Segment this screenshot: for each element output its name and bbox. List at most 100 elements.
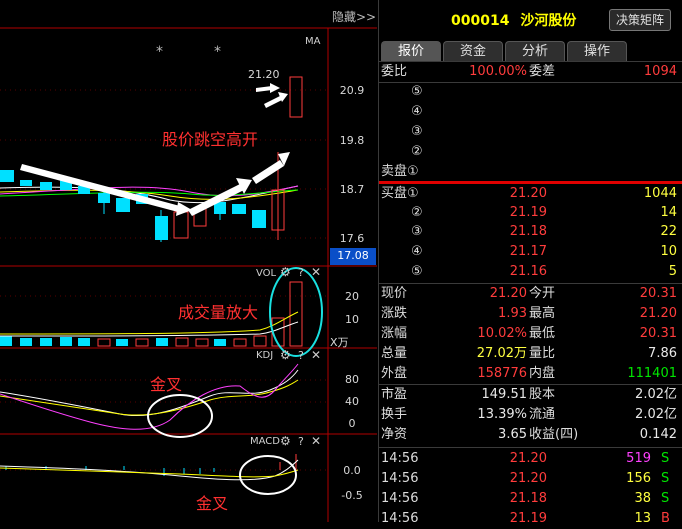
buy-level: ③ 21.18 22 <box>411 224 677 239</box>
volume-bar <box>156 338 168 346</box>
vol-unit: X万 <box>330 336 349 349</box>
star-marker: * <box>156 44 163 60</box>
kdj-tick: 0 <box>348 417 356 430</box>
sell-level: ④ <box>411 104 423 119</box>
buy-level: ② 21.19 14 <box>411 205 677 220</box>
volume-bar <box>195 338 209 347</box>
fund-row: 换手 13.39% 流通 2.02亿 <box>381 407 677 422</box>
gear-icon[interactable]: ⚙ <box>280 265 291 279</box>
stock-code: 000014 <box>451 13 510 29</box>
price-tick: 20.9 <box>339 84 365 97</box>
buy-level: ⑤ 21.16 5 <box>411 264 677 279</box>
trend-arrow <box>252 160 284 184</box>
vol-tick: 10 <box>345 313 359 326</box>
candle <box>155 216 168 240</box>
volume-bar <box>289 281 303 347</box>
vol-tick: 20 <box>345 290 359 303</box>
trend-arrow-head <box>270 83 280 93</box>
candle <box>40 182 52 190</box>
volume-bar <box>60 337 72 346</box>
question-icon[interactable]: ? <box>298 266 304 279</box>
sell-level: 卖盘① <box>381 164 419 179</box>
trend-arrow-head <box>176 202 192 216</box>
close-icon[interactable]: ✕ <box>311 434 321 448</box>
trade-row: 14:56 21.20 156 S <box>381 471 670 486</box>
candle <box>232 204 246 214</box>
volume-bar <box>233 338 247 347</box>
buy-level: ④ 21.17 10 <box>411 244 677 259</box>
chart-area[interactable]: 隐藏>> MA * * 21.20 20.9 19.8 18.7 17.6 17… <box>0 0 377 522</box>
quote-header: 000014 沙河股份 决策矩阵 <box>379 6 682 31</box>
decision-matrix-button[interactable]: 决策矩阵 <box>609 9 671 31</box>
sell-level: ② <box>411 144 423 159</box>
volume-bar <box>135 338 149 347</box>
kdj-tick: 40 <box>345 395 359 408</box>
kdj-panel-label: KDJ <box>256 350 274 361</box>
volume-bar <box>40 338 52 346</box>
macd-tick: 0.0 <box>343 464 361 477</box>
quote-panel: 000014 沙河股份 决策矩阵 报价 资金 分析 操作 委比 100.00% … <box>378 0 682 526</box>
tab-funds[interactable]: 资金 <box>443 41 503 61</box>
gap-up-annotation: 股价跳空高开 <box>162 130 259 149</box>
volume-bar <box>78 338 90 346</box>
vol-panel-label: VOL <box>256 268 277 279</box>
hide-button[interactable]: 隐藏>> <box>332 8 376 25</box>
volume-bar <box>20 338 32 346</box>
volume-highlight-circle <box>269 267 323 357</box>
gear-icon[interactable]: ⚙ <box>280 348 291 362</box>
trade-row: 14:56 21.19 13 B <box>381 511 670 526</box>
question-icon[interactable]: ? <box>298 349 304 362</box>
price-tick: 17.6 <box>339 232 365 245</box>
price-tick: 18.7 <box>339 183 365 196</box>
stat-row: 现价 21.20 今开 20.31 <box>381 286 677 301</box>
candle <box>98 193 110 203</box>
gear-icon[interactable]: ⚙ <box>280 434 291 448</box>
ma-label: MA <box>305 36 321 47</box>
candle <box>252 210 266 228</box>
price-tick: 19.8 <box>339 134 365 147</box>
volume-bar <box>253 335 267 347</box>
candle <box>289 76 303 118</box>
macd-cross-annotation: 金叉 <box>196 494 229 513</box>
tab-operation[interactable]: 操作 <box>567 41 627 61</box>
candles <box>0 76 303 242</box>
volume-bar <box>0 336 12 346</box>
candle <box>116 198 130 212</box>
star-marker: * <box>214 44 221 60</box>
close-icon[interactable]: ✕ <box>311 348 321 362</box>
sell-level: ⑤ <box>411 84 423 99</box>
stat-row: 外盘 158776 内盘 111401 <box>381 366 677 381</box>
fund-row: 市盈 149.51 股本 2.02亿 <box>381 387 677 402</box>
trend-arrow <box>264 96 282 108</box>
current-price-tag: 17.08 <box>337 249 369 262</box>
stat-row: 涨幅 10.02% 最低 20.31 <box>381 326 677 341</box>
stat-row: 涨跌 1.93 最高 21.20 <box>381 306 677 321</box>
buy-level: 买盘① 21.20 1044 <box>381 186 677 201</box>
high-price-label: 21.20 <box>248 68 280 81</box>
kdj-cross-circle <box>147 394 213 438</box>
trade-row: 14:56 21.20 519 S <box>381 451 670 466</box>
macd-panel-label: MACD <box>250 436 280 447</box>
macd-cross-circle <box>239 455 297 495</box>
macd-dea-line <box>0 467 299 478</box>
candle <box>20 180 32 186</box>
volume-bar <box>175 337 189 347</box>
volume-bar <box>97 338 111 347</box>
trade-row: 14:56 21.18 38 S <box>381 491 670 506</box>
volume-bar <box>116 339 128 346</box>
candle <box>0 170 14 182</box>
stock-title: 000014 沙河股份 <box>451 10 576 30</box>
question-icon[interactable]: ? <box>298 435 304 448</box>
close-icon[interactable]: ✕ <box>311 265 321 279</box>
stock-name: 沙河股份 <box>520 13 577 29</box>
sell-level: ③ <box>411 124 423 139</box>
tab-analysis[interactable]: 分析 <box>505 41 565 61</box>
order-ratio-row: 委比 100.00% 委差 1094 <box>381 64 677 79</box>
tab-quote[interactable]: 报价 <box>381 41 441 61</box>
trend-arrow <box>256 86 272 92</box>
kdj-cross-annotation: 金叉 <box>150 375 183 394</box>
fund-row: 净资 3.65 收益(四) 0.142 <box>381 427 677 442</box>
kdj-tick: 80 <box>345 373 359 386</box>
macd-tick: -0.5 <box>341 489 363 502</box>
volume-up-annotation: 成交量放大 <box>178 303 259 322</box>
